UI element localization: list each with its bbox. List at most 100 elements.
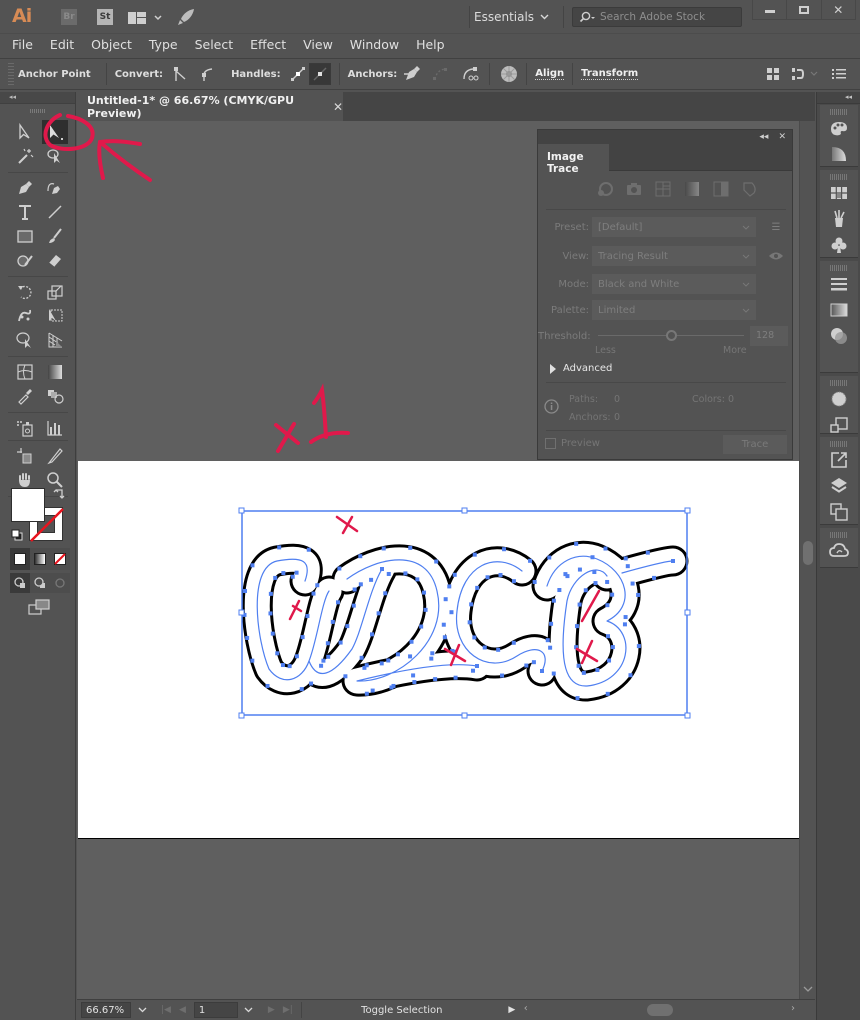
menu-window[interactable]: Window: [350, 37, 399, 52]
anchor-point[interactable]: [281, 571, 286, 576]
anchor-point[interactable]: [576, 663, 581, 668]
anchor-point[interactable]: [595, 668, 600, 673]
anchor-point[interactable]: [605, 603, 610, 608]
blend-tool[interactable]: [42, 384, 68, 408]
show-handles-button[interactable]: [287, 63, 309, 85]
anchor-point[interactable]: [321, 658, 326, 663]
anchor-point[interactable]: [345, 624, 350, 629]
anchor-point[interactable]: [590, 555, 595, 560]
rectangle-tool[interactable]: [12, 224, 38, 248]
eyedropper-tool[interactable]: [12, 384, 38, 408]
low-color-icon[interactable]: [655, 181, 671, 197]
anchor-point[interactable]: [605, 579, 610, 584]
hide-handles-button[interactable]: [308, 63, 331, 85]
default-fill-stroke-icon[interactable]: [11, 529, 23, 541]
anchor-point[interactable]: [408, 654, 413, 659]
anchor-point[interactable]: [412, 680, 417, 685]
anchor-point[interactable]: [411, 673, 416, 678]
shape-builder-tool[interactable]: [12, 328, 38, 352]
anchor-point[interactable]: [430, 651, 435, 656]
gradient-panel-button[interactable]: [820, 297, 858, 323]
bbox-handle-top-right[interactable]: [684, 507, 691, 514]
close-document-icon[interactable]: ✕: [333, 100, 343, 114]
anchor-point[interactable]: [395, 652, 400, 657]
appearance-panel-button[interactable]: [820, 386, 858, 412]
fill-swatch[interactable]: [11, 488, 45, 522]
transform-link[interactable]: Transform: [581, 68, 639, 80]
tab-image-trace[interactable]: Image Trace: [538, 144, 609, 175]
control-bar-menu-button[interactable]: [828, 63, 850, 85]
anchor-point[interactable]: [409, 639, 414, 644]
anchor-point[interactable]: [540, 669, 544, 673]
minimize-button[interactable]: [753, 0, 786, 19]
anchor-point[interactable]: [422, 590, 427, 595]
anchor-point[interactable]: [379, 661, 384, 666]
draw-behind-button[interactable]: [30, 573, 50, 593]
anchor-point[interactable]: [330, 619, 335, 624]
anchor-point[interactable]: [498, 572, 503, 577]
anchor-point[interactable]: [547, 555, 552, 560]
anchor-point[interactable]: [496, 647, 501, 652]
toolbar-collapse-button[interactable]: ◂◂: [0, 92, 75, 104]
anchor-point[interactable]: [305, 614, 310, 619]
shaper-tool[interactable]: [12, 248, 38, 272]
anchor-point[interactable]: [300, 635, 305, 640]
stroke-panel-button[interactable]: [820, 271, 858, 297]
none-mode-button[interactable]: [50, 548, 70, 570]
menu-object[interactable]: Object: [91, 37, 132, 52]
bbox-handle-bottom-left[interactable]: [238, 712, 245, 719]
arrange-dropdown[interactable]: [790, 63, 820, 85]
artboard-tool[interactable]: [12, 444, 38, 468]
anchor-point[interactable]: [610, 645, 615, 650]
anchor-point[interactable]: [275, 651, 280, 656]
anchor-point[interactable]: [605, 691, 610, 696]
artboard-dropdown-button[interactable]: [238, 1007, 260, 1013]
adobe-stock-search-input[interactable]: Search Adobe Stock: [572, 7, 742, 27]
anchor-point[interactable]: [434, 559, 439, 564]
menu-effect[interactable]: Effect: [250, 37, 286, 52]
color-guide-button[interactable]: [820, 141, 858, 167]
convert-to-smooth-button[interactable]: [197, 63, 219, 85]
maximize-button[interactable]: [786, 0, 820, 19]
anchor-point[interactable]: [652, 575, 657, 580]
grayscale-icon[interactable]: [684, 181, 700, 197]
anchor-point[interactable]: [294, 570, 299, 575]
stock-button[interactable]: St: [97, 9, 113, 25]
anchor-point[interactable]: [287, 664, 292, 669]
arrange-documents-button[interactable]: [128, 10, 166, 24]
libraries-panel-button[interactable]: [820, 538, 858, 564]
anchor-point[interactable]: [294, 654, 299, 659]
anchor-point[interactable]: [386, 658, 391, 663]
anchor-point[interactable]: [306, 547, 311, 552]
anchor-point[interactable]: [575, 696, 580, 701]
menu-type[interactable]: Type: [149, 37, 178, 52]
cut-path-button[interactable]: [459, 63, 481, 85]
bbox-handle-bottom-right[interactable]: [684, 712, 691, 719]
anchor-point[interactable]: [524, 663, 529, 668]
symbol-sprayer-tool[interactable]: [12, 416, 38, 440]
anchor-point[interactable]: [449, 610, 454, 615]
outline-icon[interactable]: [742, 181, 758, 197]
menu-file[interactable]: File: [12, 37, 33, 52]
anchor-point[interactable]: [636, 644, 641, 649]
control-bar-grip[interactable]: [8, 63, 14, 85]
anchor-point[interactable]: [623, 556, 628, 561]
selection-tool[interactable]: [12, 120, 38, 144]
menu-edit[interactable]: Edit: [50, 37, 74, 52]
anchor-point[interactable]: [325, 641, 330, 646]
draw-normal-button[interactable]: [10, 573, 30, 593]
status-menu-icon[interactable]: ▶: [502, 1005, 522, 1015]
anchor-point[interactable]: [574, 624, 579, 629]
anchor-point[interactable]: [273, 575, 278, 580]
anchor-point[interactable]: [408, 545, 413, 550]
anchor-point[interactable]: [502, 547, 507, 552]
last-artboard-icon[interactable]: ▶|: [283, 1005, 293, 1015]
artboard-number-field[interactable]: 1: [193, 1002, 238, 1018]
graphic-styles-panel-button[interactable]: [820, 412, 858, 438]
workspace-switcher[interactable]: Essentials: [474, 8, 549, 26]
anchor-point[interactable]: [511, 579, 516, 584]
zoom-level-field[interactable]: 66.67%: [81, 1002, 131, 1018]
anchor-point[interactable]: [583, 588, 588, 593]
anchor-point[interactable]: [311, 591, 316, 596]
anchor-point[interactable]: [315, 583, 320, 588]
